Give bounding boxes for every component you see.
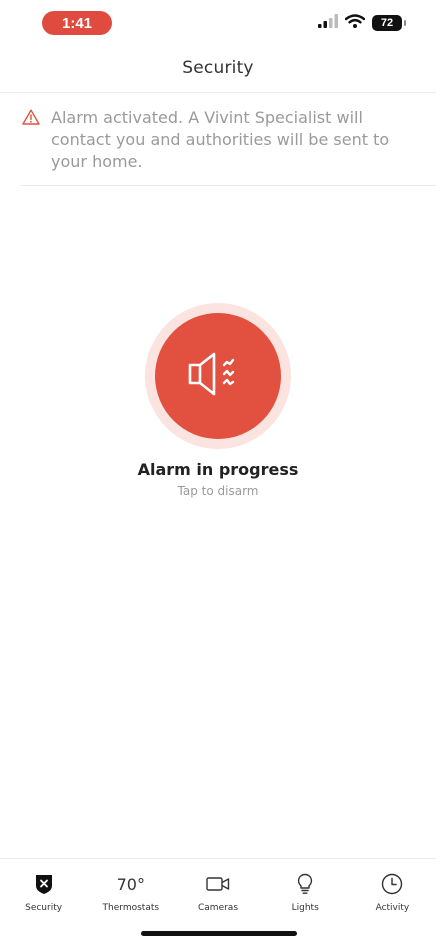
nav-item-activity[interactable]: Activity xyxy=(349,859,436,918)
home-indicator[interactable] xyxy=(141,931,297,936)
wifi-icon xyxy=(344,13,366,32)
lightbulb-icon xyxy=(297,871,313,897)
alert-divider xyxy=(20,185,436,186)
warning-triangle-icon xyxy=(22,109,40,129)
battery-indicator: 72 xyxy=(372,14,406,31)
status-icons: 72 xyxy=(318,13,406,32)
alert-line: contact you and authorities will be sent… xyxy=(51,130,390,149)
nav-label-security: Security xyxy=(25,903,63,913)
thermostat-temp-display: 70° xyxy=(117,871,145,897)
alert-line: Alarm activated. A Vivint Specialist wil… xyxy=(51,108,363,127)
nav-item-lights[interactable]: Lights xyxy=(262,859,349,918)
nav-label-lights: Lights xyxy=(291,903,319,913)
nav-label-cameras: Cameras xyxy=(198,903,239,913)
status-bar: 1:41 72 xyxy=(0,0,436,48)
thermostat-temp: 70° xyxy=(116,874,145,894)
camera-icon xyxy=(206,871,230,897)
signal-icon xyxy=(318,13,338,32)
shield-x-icon xyxy=(34,871,54,897)
bottom-nav: Security 70° Thermostats Cameras Lights xyxy=(0,858,436,918)
alarm-status-title[interactable]: Alarm in progress xyxy=(0,460,436,479)
nav-item-thermostats[interactable]: 70° Thermostats xyxy=(87,859,174,918)
alarm-halo xyxy=(145,303,291,449)
status-time: 1:41 xyxy=(42,11,112,35)
clock-icon xyxy=(381,871,403,897)
speaker-alarm-icon xyxy=(186,348,250,404)
nav-item-cameras[interactable]: Cameras xyxy=(174,859,261,918)
page-title: Security xyxy=(182,58,254,78)
nav-label-activity: Activity xyxy=(375,903,410,913)
nav-label-thermostats: Thermostats xyxy=(102,903,160,913)
alarm-status-subtitle[interactable]: Tap to disarm xyxy=(0,484,436,498)
nav-item-security[interactable]: Security xyxy=(0,859,87,918)
alert-message: Alarm activated. A Vivint Specialist wil… xyxy=(51,107,401,173)
alert-line: your home. xyxy=(51,152,143,171)
alarm-disarm-button[interactable] xyxy=(155,313,281,439)
